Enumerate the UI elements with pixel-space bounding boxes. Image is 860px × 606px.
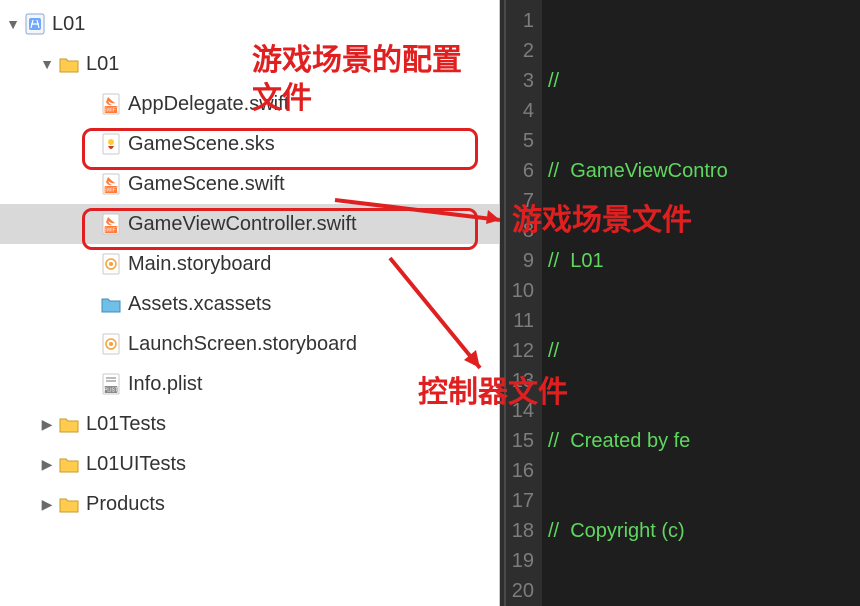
folder-item[interactable]: ▶ L01Tests xyxy=(0,404,499,444)
line-number: 19 xyxy=(506,546,534,576)
code-area[interactable]: // // GameViewContro // L01 // // Create… xyxy=(542,0,860,606)
line-number: 20 xyxy=(506,576,534,606)
project-name: L01 xyxy=(52,13,85,36)
line-number: 8 xyxy=(506,216,534,246)
file-item[interactable]: Assets.xcassets xyxy=(0,284,499,324)
code-comment: GameViewContro xyxy=(570,160,727,182)
svg-text:SWIFT: SWIFT xyxy=(103,108,119,114)
folder-icon xyxy=(58,412,80,436)
file-name: LaunchScreen.storyboard xyxy=(128,333,357,356)
line-number: 5 xyxy=(506,126,534,156)
swift-file-icon: SWIFT xyxy=(100,212,122,236)
line-number: 16 xyxy=(506,456,534,486)
code-comment: Created by fe xyxy=(570,430,690,452)
line-number: 6 xyxy=(506,156,534,186)
chevron-right-icon[interactable]: ▶ xyxy=(40,416,54,433)
line-number: 2 xyxy=(506,36,534,66)
file-name: Assets.xcassets xyxy=(128,293,271,316)
file-item-gameviewcontroller[interactable]: SWIFT GameViewController.swift xyxy=(0,204,499,244)
code-comment: // xyxy=(548,160,570,182)
file-name: GameScene.swift xyxy=(128,173,285,196)
line-number: 13 xyxy=(506,366,534,396)
line-number: 15 xyxy=(506,426,534,456)
chevron-down-icon[interactable]: ▼ xyxy=(40,56,54,72)
svg-text:SWIFT: SWIFT xyxy=(103,228,119,234)
line-gutter: 1 2 3 4 5 6 7 8 9 10 11 12 13 14 15 16 1… xyxy=(506,0,542,606)
line-number: 18 xyxy=(506,516,534,546)
code-comment: // xyxy=(548,430,570,452)
folder-icon xyxy=(58,52,80,76)
storyboard-file-icon xyxy=(100,332,122,356)
file-item[interactable]: LaunchScreen.storyboard xyxy=(0,324,499,364)
folder-item[interactable]: ▶ Products xyxy=(0,484,499,524)
chevron-down-icon[interactable]: ▼ xyxy=(6,16,20,32)
folder-item[interactable]: ▶ L01UITests xyxy=(0,444,499,484)
folder-item[interactable]: ▼ L01 xyxy=(0,44,499,84)
line-number: 11 xyxy=(506,306,534,336)
svg-text:SWIFT: SWIFT xyxy=(103,188,119,194)
folder-name: L01 xyxy=(86,53,119,76)
chevron-right-icon[interactable]: ▶ xyxy=(40,496,54,513)
file-name: GameViewController.swift xyxy=(128,213,357,236)
line-number: 10 xyxy=(506,276,534,306)
xcode-project-icon xyxy=(24,12,46,36)
swift-file-icon: SWIFT xyxy=(100,92,122,116)
swift-file-icon: SWIFT xyxy=(100,172,122,196)
line-number: 7 xyxy=(506,186,534,216)
plist-file-icon: PLIST xyxy=(100,372,122,396)
storyboard-file-icon xyxy=(100,252,122,276)
file-item-gamescene-sks[interactable]: GameScene.sks xyxy=(0,124,499,164)
folder-name: L01UITests xyxy=(86,453,186,476)
file-name: GameScene.sks xyxy=(128,133,275,156)
folder-icon xyxy=(58,452,80,476)
line-number: 17 xyxy=(506,486,534,516)
project-navigator[interactable]: ▼ L01 ▼ L01 SWIFT AppDelegate.swift Game… xyxy=(0,0,500,606)
file-item[interactable]: Main.storyboard xyxy=(0,244,499,284)
code-comment: L01 xyxy=(570,250,603,272)
assets-folder-icon xyxy=(100,292,122,316)
file-item[interactable]: PLIST Info.plist xyxy=(0,364,499,404)
line-number: 9 xyxy=(506,246,534,276)
code-comment: Copyright (c) xyxy=(570,520,684,542)
code-comment: // xyxy=(548,340,559,362)
sks-file-icon xyxy=(100,132,122,156)
file-name: Main.storyboard xyxy=(128,253,271,276)
chevron-right-icon[interactable]: ▶ xyxy=(40,456,54,473)
file-item[interactable]: SWIFT AppDelegate.swift xyxy=(0,84,499,124)
line-number: 3 xyxy=(506,66,534,96)
line-number: 1 xyxy=(506,6,534,36)
code-comment: // xyxy=(548,520,570,542)
file-name: AppDelegate.swift xyxy=(128,93,289,116)
line-number: 12 xyxy=(506,336,534,366)
file-item-gamescene-swift[interactable]: SWIFT GameScene.swift xyxy=(0,164,499,204)
file-name: Info.plist xyxy=(128,373,202,396)
code-editor[interactable]: 1 2 3 4 5 6 7 8 9 10 11 12 13 14 15 16 1… xyxy=(500,0,860,606)
svg-text:PLIST: PLIST xyxy=(104,388,118,394)
folder-name: L01Tests xyxy=(86,413,166,436)
line-number: 4 xyxy=(506,96,534,126)
folder-name: Products xyxy=(86,493,165,516)
folder-icon xyxy=(58,492,80,516)
project-root[interactable]: ▼ L01 xyxy=(0,4,499,44)
line-number: 14 xyxy=(506,396,534,426)
code-comment: // xyxy=(548,70,559,92)
code-comment: // xyxy=(548,250,570,272)
